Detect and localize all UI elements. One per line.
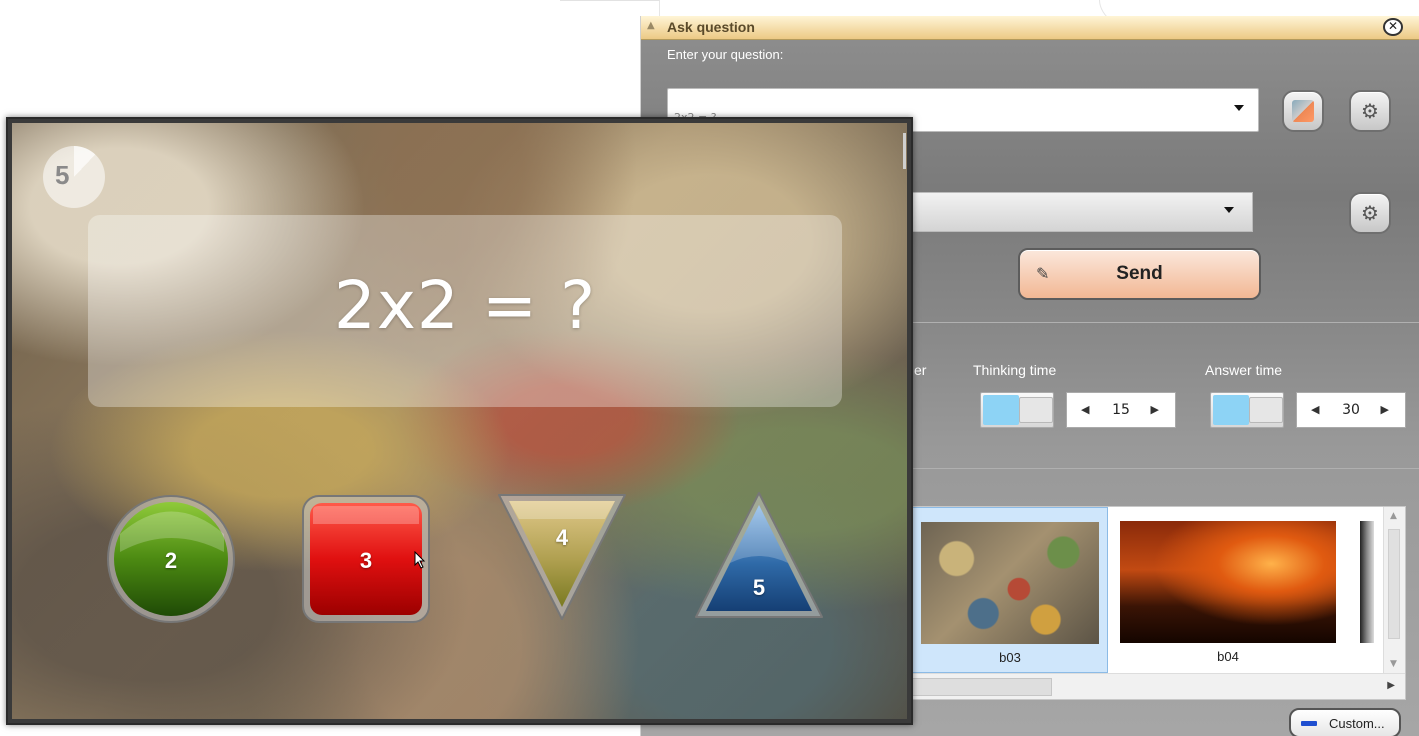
- partial-field-label: er: [914, 362, 927, 378]
- collapse-arrow-icon[interactable]: ▲: [647, 20, 655, 31]
- question-panel: 2x2 = ?: [88, 215, 842, 407]
- gallery-vertical-scrollbar[interactable]: ▲ ▼: [1383, 507, 1405, 673]
- countdown-timer: 5: [43, 146, 105, 208]
- quiz-canvas: 5 2x2 = ? 2 3 4 5: [12, 123, 907, 719]
- timer-value: 5: [55, 160, 70, 190]
- thinking-time-label: Thinking time: [973, 362, 1057, 378]
- answer-label: 3: [359, 548, 373, 573]
- toggle-knob: [1249, 397, 1283, 423]
- quiz-scroll-indicator: [903, 133, 906, 169]
- chevron-down-icon[interactable]: [1234, 105, 1244, 111]
- increase-icon[interactable]: ▶: [1151, 403, 1159, 416]
- background-settings-button[interactable]: ⚙: [1349, 192, 1391, 234]
- triangle-up-shape-icon: [695, 492, 823, 618]
- answer-label: 4: [555, 525, 569, 550]
- ask-question-titlebar[interactable]: ▲ Ask question ✕: [641, 16, 1419, 40]
- gallery-item-caption: b04: [1217, 649, 1239, 664]
- answer-label: 2: [164, 548, 178, 573]
- custom-button-label: Custom...: [1329, 716, 1385, 731]
- gallery-item-b04[interactable]: b04: [1112, 507, 1344, 673]
- close-icon[interactable]: ✕: [1383, 18, 1403, 36]
- minus-icon: [1301, 721, 1317, 726]
- answer-option-triangle-down[interactable]: 4: [495, 489, 629, 623]
- background-gallery: b03 b04 ▲ ▼ ▶: [911, 506, 1406, 700]
- thinking-time-toggle[interactable]: [980, 392, 1054, 428]
- answer-option-triangle-up[interactable]: 5: [692, 489, 826, 623]
- favorites-button[interactable]: [1282, 90, 1324, 132]
- question-prompt-label: Enter your question:: [667, 47, 784, 62]
- toggle-on-segment: [983, 395, 1019, 425]
- scroll-up-icon[interactable]: ▲: [1390, 511, 1397, 521]
- answer-time-spinner[interactable]: ◀ 30 ▶: [1296, 392, 1406, 428]
- gallery-item-caption: b03: [999, 650, 1021, 665]
- answer-option-square[interactable]: 3: [301, 494, 431, 624]
- send-button[interactable]: ✎ Send: [1018, 248, 1261, 300]
- gear-icon: ⚙: [1361, 201, 1379, 225]
- question-settings-button[interactable]: ⚙: [1349, 90, 1391, 132]
- scrollbar-thumb[interactable]: [912, 678, 1052, 696]
- scroll-right-icon[interactable]: ▶: [1387, 680, 1395, 691]
- quiz-presentation-window: 5 2x2 = ? 2 3 4 5: [6, 117, 913, 725]
- thumbnail-image: [921, 522, 1099, 644]
- answer-option-circle[interactable]: 2: [106, 494, 236, 624]
- window-title: Ask question: [667, 19, 755, 35]
- answer-time-toggle[interactable]: [1210, 392, 1284, 428]
- triangle-down-shape-icon: [498, 494, 626, 620]
- thumbnail-image: [1120, 521, 1336, 643]
- question-text: 2x2 = ?: [333, 267, 597, 344]
- send-button-label: Send: [1116, 263, 1163, 284]
- answer-label: 5: [752, 575, 766, 600]
- custom-background-button[interactable]: Custom...: [1289, 708, 1401, 736]
- chevron-down-icon[interactable]: [1224, 207, 1234, 213]
- gear-icon: ⚙: [1361, 99, 1379, 123]
- increase-icon[interactable]: ▶: [1381, 403, 1389, 416]
- scroll-down-icon[interactable]: ▼: [1390, 659, 1397, 669]
- favorites-icon: [1292, 100, 1314, 122]
- scrollbar-thumb[interactable]: [1388, 529, 1400, 639]
- thinking-time-spinner[interactable]: ◀ 15 ▶: [1066, 392, 1176, 428]
- gallery-horizontal-scrollbar[interactable]: ▶: [912, 673, 1405, 699]
- toggle-on-segment: [1213, 395, 1249, 425]
- toggle-knob: [1019, 397, 1053, 423]
- answer-time-label: Answer time: [1205, 362, 1283, 378]
- gallery-item-partial[interactable]: [1360, 521, 1374, 643]
- gallery-item-b03[interactable]: b03: [912, 507, 1108, 673]
